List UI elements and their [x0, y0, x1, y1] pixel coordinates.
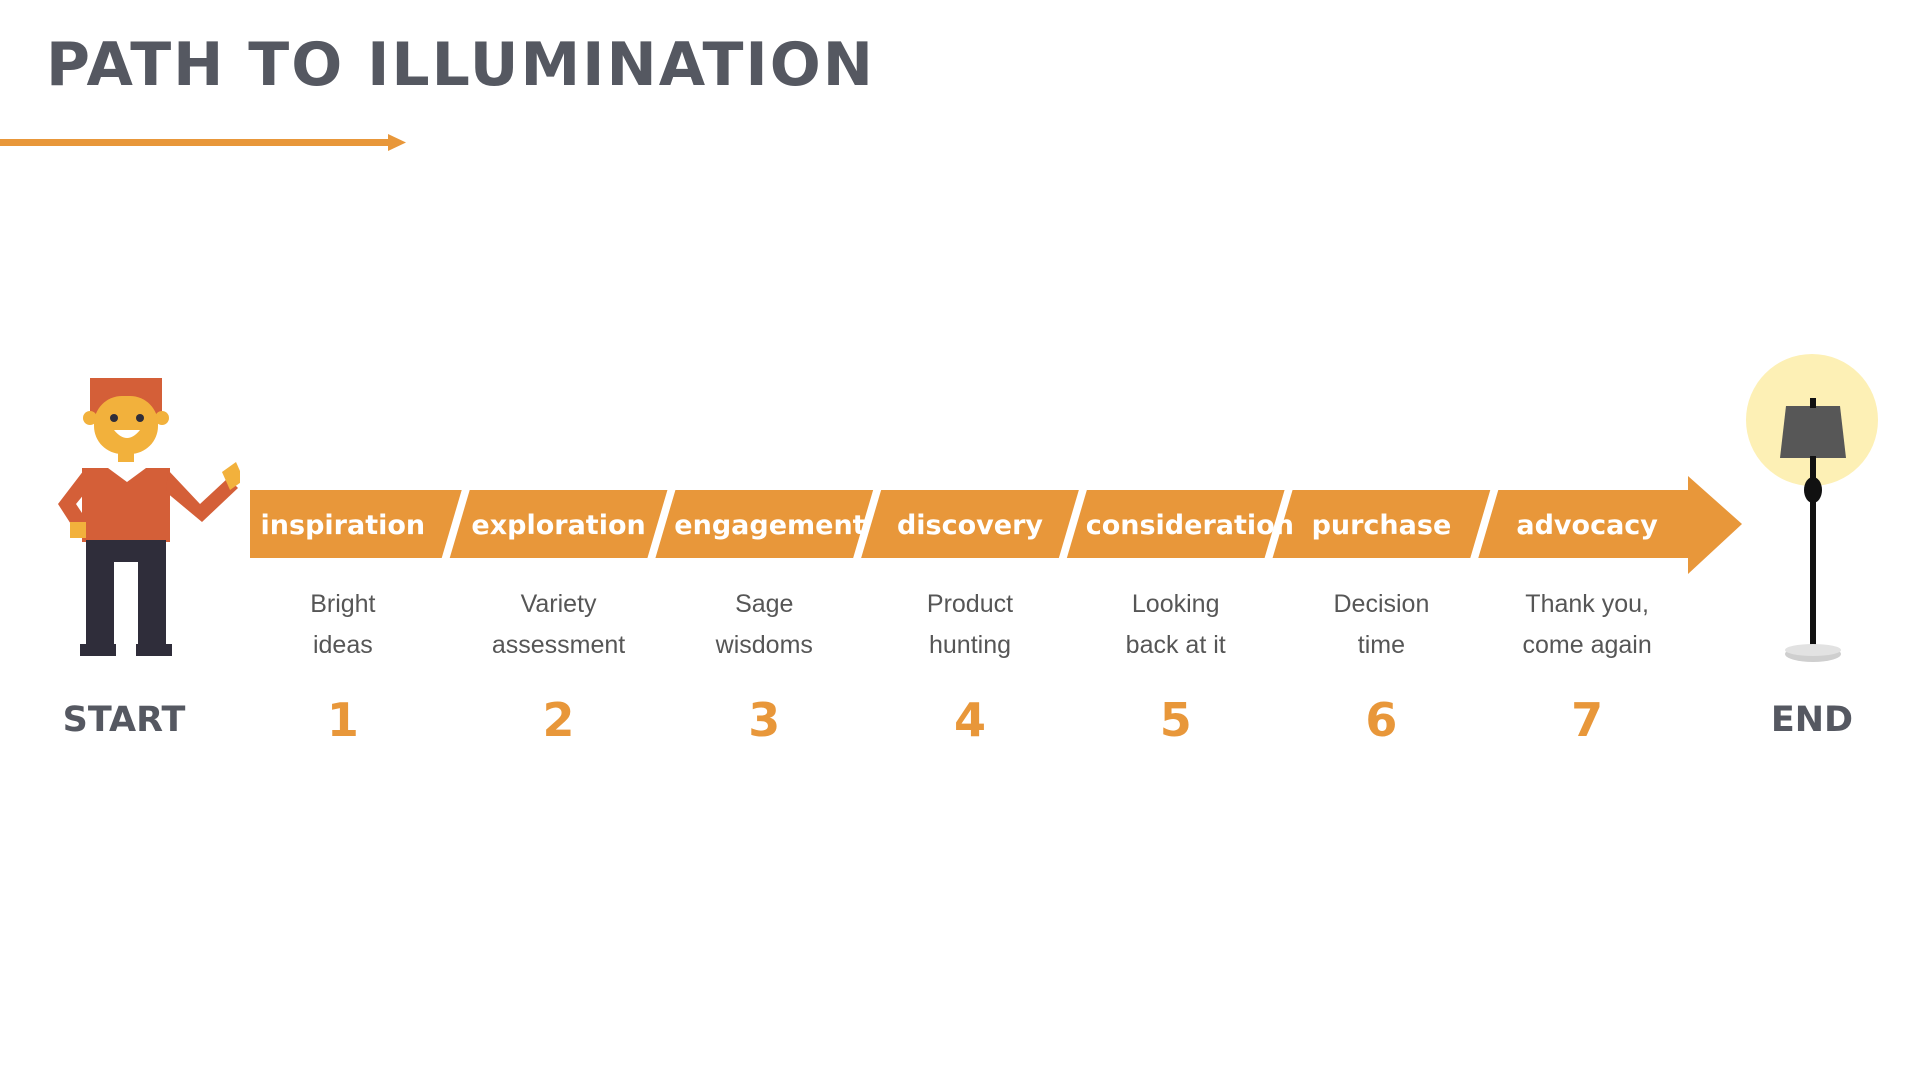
- stage-label: discovery: [896, 510, 1044, 541]
- stage-number: 5: [1159, 693, 1192, 747]
- stage-number: 6: [1365, 693, 1398, 747]
- stage-description: Thank you, come again: [1477, 584, 1697, 666]
- stage-description: Decision time: [1271, 584, 1491, 666]
- stage-description-line: time: [1357, 631, 1406, 659]
- stage-number: 2: [542, 693, 575, 747]
- stage-label: advocacy: [1516, 510, 1658, 541]
- stage-description-line: Looking: [1131, 590, 1220, 618]
- stage-label: exploration: [471, 510, 646, 541]
- stage-label: consideration: [1085, 510, 1294, 541]
- stage-description-line: Decision: [1333, 590, 1430, 618]
- stage-number: 4: [953, 693, 986, 747]
- stage-number: 1: [326, 693, 359, 747]
- floor-lamp-icon: [1746, 354, 1878, 662]
- stage-description: Variety assessment: [449, 584, 669, 666]
- stage-description: Sage wisdoms: [654, 584, 874, 666]
- stage-description-line: wisdoms: [715, 631, 813, 659]
- stage-label: purchase: [1311, 510, 1452, 541]
- stage-description-line: Variety: [520, 590, 597, 618]
- stage-description-line: Bright: [310, 590, 376, 618]
- start-label: START: [62, 700, 186, 740]
- stage-description: Looking back at it: [1066, 584, 1286, 666]
- stage-description-line: hunting: [928, 631, 1012, 659]
- stage-description: Bright ideas: [233, 584, 453, 666]
- journey-arrow-head: [1688, 476, 1742, 574]
- stage-description: Product hunting: [860, 584, 1080, 666]
- stage-number: 3: [748, 693, 781, 747]
- stage-description-line: back at it: [1125, 631, 1226, 659]
- stage-description-line: assessment: [491, 631, 626, 659]
- stage-label: inspiration: [260, 510, 426, 541]
- stage-description-line: Product: [926, 590, 1014, 618]
- stage-label: engagement: [674, 510, 866, 541]
- stage-description-line: Thank you,: [1525, 590, 1649, 618]
- stage-description-line: Sage: [735, 590, 794, 618]
- stage-number: 7: [1571, 693, 1604, 747]
- stage-description-line: ideas: [312, 631, 373, 659]
- end-label: END: [1770, 700, 1854, 740]
- stage-description-line: come again: [1522, 631, 1652, 659]
